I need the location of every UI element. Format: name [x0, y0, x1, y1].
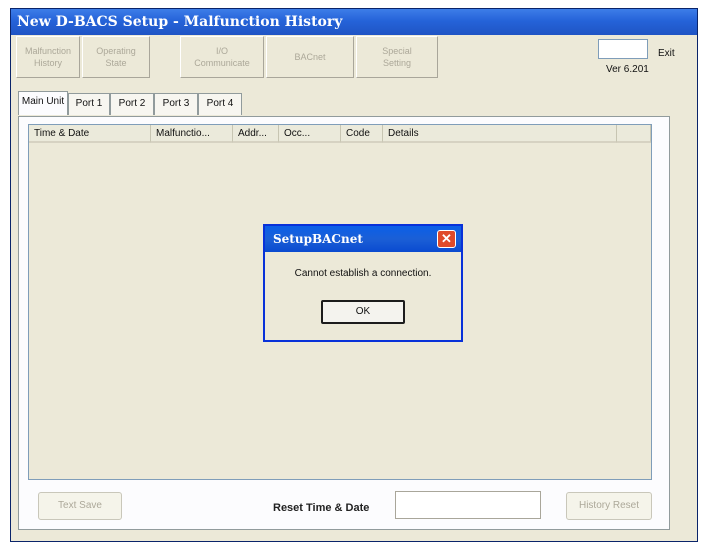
ok-button[interactable]: OK	[321, 300, 405, 324]
tab-port-2[interactable]: Port 2	[110, 93, 154, 115]
column-time-date[interactable]: Time & Date	[29, 125, 151, 143]
column-address[interactable]: Addr...	[233, 125, 279, 143]
column-malfunction[interactable]: Malfunctio...	[151, 125, 233, 143]
tab-main-unit[interactable]: Main Unit	[18, 91, 68, 115]
column-filler	[617, 125, 651, 143]
column-details[interactable]: Details	[383, 125, 617, 143]
tab-port-3[interactable]: Port 3	[154, 93, 198, 115]
history-reset-button[interactable]: History Reset	[566, 492, 652, 520]
version-label: Ver 6.201	[606, 64, 649, 75]
dialog-title: SetupBACnet	[265, 226, 461, 252]
column-code[interactable]: Code	[341, 125, 383, 143]
special-setting-button[interactable]: Special Setting	[356, 36, 438, 78]
error-dialog: SetupBACnet ✕ Cannot establish a connect…	[263, 224, 463, 342]
reset-time-date-label: Reset Time & Date	[273, 502, 370, 514]
malfunction-history-button[interactable]: Malfunction History	[16, 36, 80, 78]
bacnet-button[interactable]: BACnet	[266, 36, 354, 78]
io-communicate-button[interactable]: I/O Communicate	[180, 36, 264, 78]
exit-button[interactable]: Exit	[658, 48, 675, 59]
dialog-message: Cannot establish a connection.	[294, 268, 432, 279]
text-save-button[interactable]: Text Save	[38, 492, 122, 520]
tab-port-4[interactable]: Port 4	[198, 93, 242, 115]
reset-time-date-field[interactable]	[395, 491, 541, 519]
column-occurrence[interactable]: Occ...	[279, 125, 341, 143]
window-title: New D-BACS Setup - Malfunction History	[11, 9, 697, 35]
version-field	[598, 39, 648, 59]
close-icon[interactable]: ✕	[437, 230, 456, 248]
operating-state-button[interactable]: Operating State	[82, 36, 150, 78]
tab-port-1[interactable]: Port 1	[68, 93, 110, 115]
